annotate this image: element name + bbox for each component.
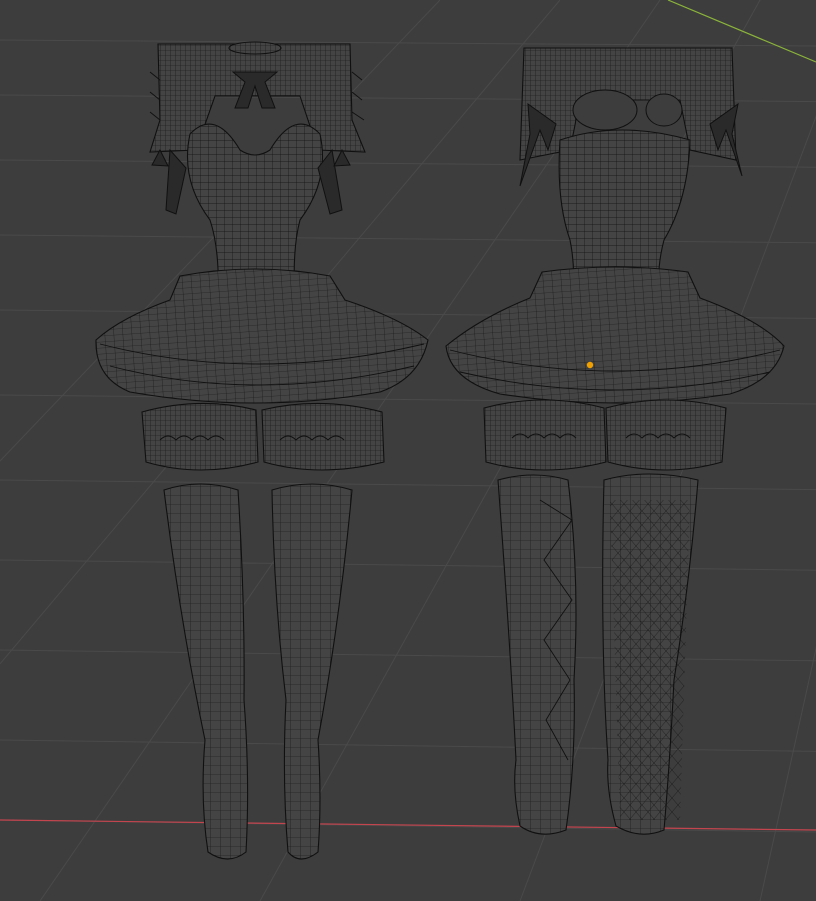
back-skirt bbox=[445, 266, 785, 404]
front-bloomers bbox=[141, 402, 385, 471]
back-legs bbox=[497, 473, 699, 835]
3d-viewport[interactable] bbox=[0, 0, 816, 901]
front-skirt bbox=[95, 268, 429, 404]
front-collar bbox=[228, 41, 282, 109]
front-legs bbox=[163, 483, 353, 860]
front-capelet bbox=[149, 43, 366, 153]
front-view-mesh[interactable] bbox=[95, 41, 429, 860]
scene-meshes bbox=[95, 41, 785, 860]
back-bloomers bbox=[483, 399, 727, 471]
object-origin-point[interactable] bbox=[586, 361, 594, 369]
back-view-mesh[interactable] bbox=[445, 47, 785, 835]
